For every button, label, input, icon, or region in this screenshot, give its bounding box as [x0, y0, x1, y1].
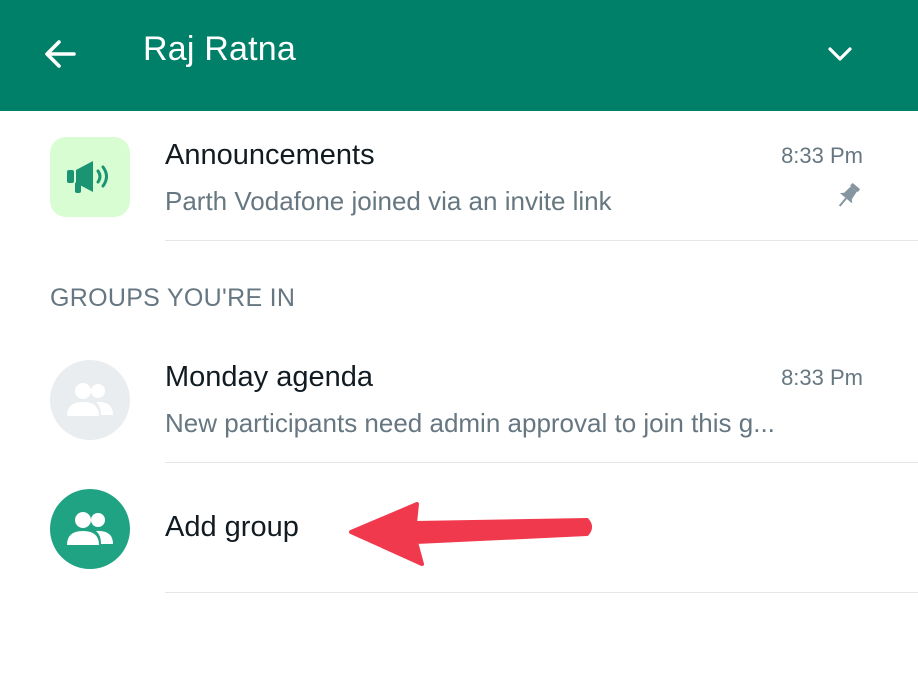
divider [165, 462, 918, 463]
group-avatar [50, 360, 130, 440]
community-header: Raj Ratna [0, 0, 918, 111]
group-icon [67, 383, 113, 416]
group-row[interactable]: Monday agenda 8:33 Pm New participants n… [0, 334, 918, 464]
section-header: GROUPS YOU'RE IN [50, 284, 296, 312]
megaphone-icon [67, 161, 108, 193]
group-time: 8:33 Pm [781, 365, 863, 390]
announcements-time: 8:33 Pm [781, 143, 863, 168]
group-last-message: New participants need admin approval to … [165, 408, 775, 438]
announcements-title: Announcements [165, 139, 375, 171]
back-button[interactable] [36, 32, 84, 76]
divider [165, 592, 918, 593]
group-icon [67, 512, 113, 545]
announcements-row[interactable]: Announcements 8:33 Pm Parth Vodafone joi… [0, 112, 918, 242]
announcements-avatar [50, 137, 130, 217]
add-group-label: Add group [165, 511, 299, 543]
divider [165, 240, 918, 241]
community-menu-button[interactable] [818, 34, 862, 74]
add-group-avatar [50, 489, 130, 569]
announcements-last-message: Parth Vodafone joined via an invite link [165, 186, 612, 216]
pin-icon [838, 183, 860, 207]
annotation-arrow [349, 502, 592, 566]
arrow-left-icon [45, 40, 76, 68]
chevron-down-icon [828, 47, 852, 61]
page-title: Raj Ratna [143, 30, 296, 68]
group-title: Monday agenda [165, 361, 373, 393]
